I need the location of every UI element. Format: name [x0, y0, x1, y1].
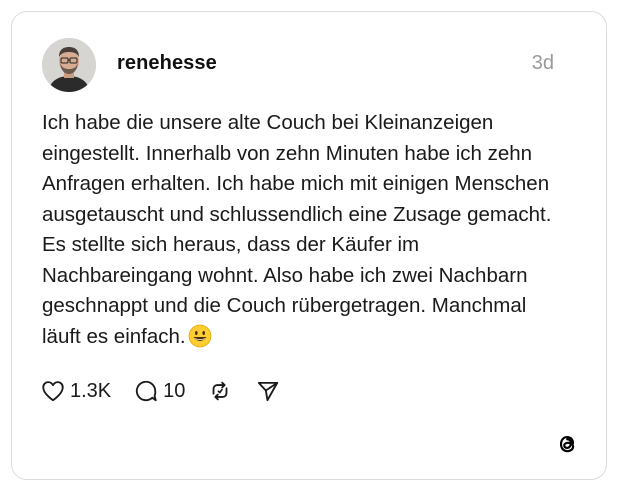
send-icon [258, 381, 279, 402]
repost-button[interactable] [207, 378, 233, 404]
username[interactable]: renehesse [117, 52, 217, 75]
avatar-photo [42, 38, 96, 92]
repost-icon [212, 381, 228, 401]
post-timestamp: 3d [531, 52, 554, 74]
post-body: Ich habe die unsere alte Couch bei Klein… [42, 108, 562, 357]
reply-count: 10 [163, 379, 186, 402]
reply-button[interactable]: 10 [133, 378, 185, 404]
post-actions: 1.3K 10 [40, 376, 303, 406]
grinning-face-emoji [188, 324, 212, 358]
post-text: Ich habe die unsere alte Couch bei Klein… [42, 111, 552, 348]
post-card[interactable]: renehesse 3d Ich habe die unsere alte Co… [11, 11, 607, 480]
avatar[interactable] [42, 38, 96, 92]
threads-logo-icon[interactable] [554, 431, 580, 457]
share-button[interactable] [255, 378, 281, 404]
heart-icon [42, 381, 64, 402]
like-button[interactable]: 1.3K [40, 378, 111, 404]
like-count: 1.3K [70, 379, 112, 402]
comment-icon [136, 380, 157, 402]
